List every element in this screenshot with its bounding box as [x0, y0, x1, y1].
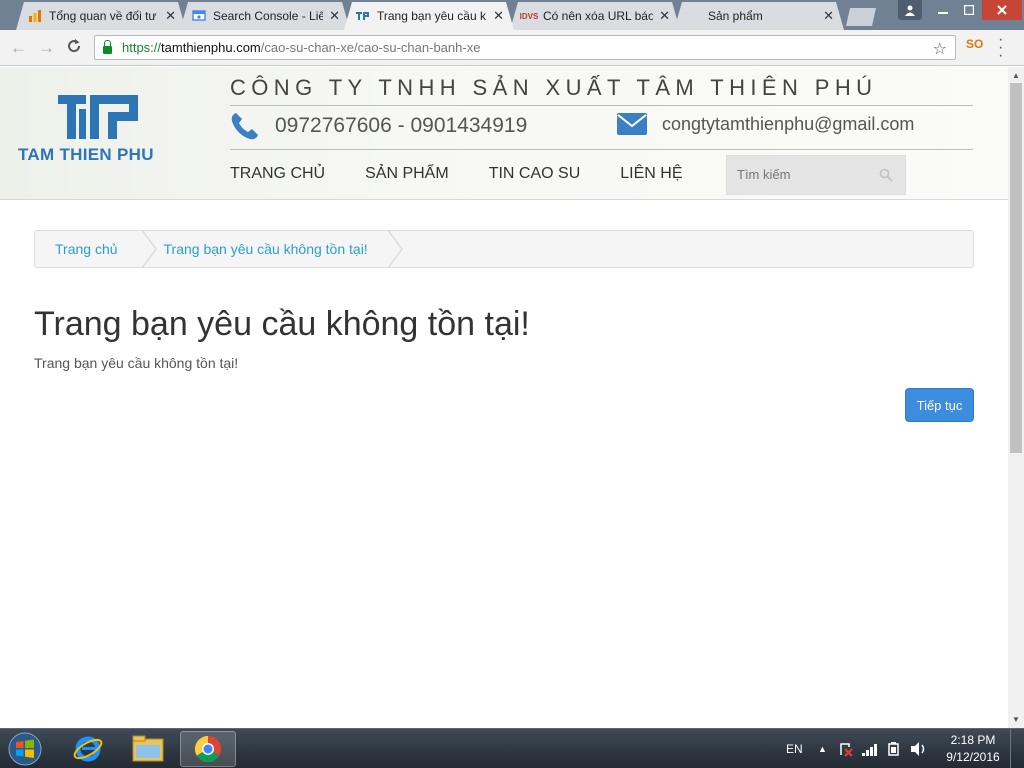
- breadcrumb-separator-icon: [141, 231, 158, 267]
- system-clock[interactable]: 2:18 PM 9/12/2016: [942, 732, 1004, 766]
- chrome-icon: [194, 735, 222, 763]
- close-tab-icon[interactable]: ✕: [493, 8, 504, 24]
- taskbar-internet-explorer[interactable]: [60, 731, 116, 767]
- windows-logo-icon: [8, 732, 42, 766]
- tab-strip: Tổng quan về đối tư ✕ Search Console - L…: [0, 0, 1024, 30]
- tab-title: Trang bạn yêu cầu k: [377, 9, 486, 23]
- search-icon[interactable]: [879, 168, 893, 182]
- taskbar-chrome[interactable]: [180, 731, 236, 767]
- language-indicator[interactable]: EN: [786, 729, 803, 768]
- power-icon[interactable]: [886, 729, 902, 768]
- search-input[interactable]: [737, 167, 877, 182]
- page-message: Trang bạn yêu cầu không tồn tại!: [34, 355, 239, 371]
- taskbar: EN ▲ 2:18 PM 9/12/2016: [0, 728, 1024, 768]
- analytics-icon: [28, 9, 42, 23]
- tab-analytics[interactable]: Tổng quan về đối tư ✕: [16, 2, 186, 30]
- clock-time: 2:18 PM: [950, 733, 996, 747]
- volume-icon[interactable]: [910, 729, 928, 768]
- show-hidden-icons-icon[interactable]: ▲: [818, 729, 827, 768]
- page-scrollbar[interactable]: ▲ ▼: [1008, 67, 1024, 728]
- scroll-down-icon[interactable]: ▼: [1008, 715, 1024, 724]
- logo-text: TAM THIEN PHU: [18, 145, 154, 164]
- site-logo-icon: [356, 9, 370, 23]
- site-header: TAM THIEN PHU CÔNG TY TNHH SẢN XUẤT TÂM …: [0, 67, 1008, 200]
- reload-icon[interactable]: [66, 38, 82, 59]
- extension-icon[interactable]: SO: [966, 37, 983, 51]
- browser-toolbar: ← → https:// tamthienphu.com /cao-su-cha…: [0, 30, 1024, 66]
- mail-icon: [617, 113, 647, 135]
- close-tab-icon[interactable]: ✕: [659, 8, 670, 24]
- folder-icon: [132, 735, 164, 762]
- nav-item-contact[interactable]: LIÊN HỆ: [620, 165, 682, 183]
- nav-item-home[interactable]: TRANG CHỦ: [230, 165, 325, 183]
- action-center-icon[interactable]: [838, 729, 854, 768]
- browser-menu-icon[interactable]: · · ·: [998, 32, 1003, 64]
- tab-title: Search Console - Liê: [213, 9, 324, 23]
- bookmark-star-icon[interactable]: ☆: [933, 39, 947, 59]
- new-tab-button[interactable]: [846, 8, 876, 26]
- clock-date: 9/12/2016: [946, 750, 1000, 764]
- tab-search-console[interactable]: Search Console - Liê ✕: [180, 2, 350, 30]
- page-title: Trang bạn yêu cầu không tồn tại!: [34, 305, 530, 343]
- taskbar-file-explorer[interactable]: [120, 731, 176, 767]
- back-icon[interactable]: ←: [10, 38, 27, 58]
- close-tab-icon[interactable]: ✕: [165, 8, 176, 24]
- contact-email: congtytamthienphu@gmail.com: [617, 113, 914, 135]
- breadcrumb: Trang chủ Trang bạn yêu cầu không tồn tạ…: [34, 230, 974, 268]
- tab-idvs[interactable]: IDVS Có nên xóa URL báo ✕: [510, 2, 680, 30]
- email-address: congtytamthienphu@gmail.com: [662, 113, 915, 134]
- close-window-icon[interactable]: [982, 0, 1022, 20]
- main-nav: TRANG CHỦ SẢN PHẨM TIN CAO SU LIÊN HỆ: [230, 165, 723, 183]
- internet-explorer-icon: [73, 736, 103, 762]
- divider: [230, 149, 973, 150]
- forward-icon[interactable]: →: [38, 38, 55, 58]
- tab-title: Sản phẩm: [708, 9, 763, 23]
- nav-item-rubber-news[interactable]: TIN CAO SU: [489, 165, 581, 183]
- breadcrumb-separator-icon: [387, 231, 404, 267]
- lock-icon: [103, 39, 112, 54]
- logo-mark-icon: [58, 95, 138, 139]
- show-desktop-button[interactable]: [1010, 729, 1024, 768]
- minimize-icon[interactable]: [930, 0, 956, 20]
- close-tab-icon[interactable]: ✕: [823, 8, 834, 24]
- address-bar[interactable]: https:// tamthienphu.com /cao-su-chan-xe…: [94, 35, 956, 60]
- divider: [230, 105, 973, 106]
- page-viewport: TAM THIEN PHU CÔNG TY TNHH SẢN XUẤT TÂM …: [0, 67, 1008, 728]
- tab-products[interactable]: Sản phẩm ✕: [674, 2, 844, 30]
- url-host: tamthienphu.com: [161, 40, 261, 55]
- nav-item-products[interactable]: SẢN PHẨM: [365, 165, 449, 183]
- phone-number: 0972767606 - 0901434919: [275, 114, 528, 137]
- user-profile-icon[interactable]: [898, 0, 922, 20]
- site-search: [726, 155, 906, 195]
- maximize-icon[interactable]: [956, 0, 982, 20]
- scroll-up-icon[interactable]: ▲: [1008, 71, 1024, 80]
- idvs-icon: IDVS: [519, 11, 539, 21]
- breadcrumb-current[interactable]: Trang bạn yêu cầu không tồn tại!: [158, 231, 388, 267]
- tab-title: Tổng quan về đối tư: [49, 9, 157, 23]
- network-icon[interactable]: [862, 729, 880, 768]
- contact-phone: 0972767606 - 0901434919: [230, 111, 527, 141]
- tab-title: Có nên xóa URL báo: [543, 9, 654, 23]
- start-button[interactable]: [3, 731, 47, 767]
- continue-button[interactable]: Tiếp tục: [905, 388, 974, 422]
- url-path: /cao-su-chan-xe/cao-su-chan-banh-xe: [260, 40, 481, 55]
- search-console-icon: [192, 9, 206, 23]
- breadcrumb-home[interactable]: Trang chủ: [35, 231, 142, 267]
- phone-icon: [231, 113, 258, 140]
- url-scheme: https://: [122, 40, 162, 55]
- close-tab-icon[interactable]: ✕: [329, 8, 340, 24]
- scrollbar-thumb[interactable]: [1010, 83, 1022, 453]
- company-name: CÔNG TY TNHH SẢN XUẤT TÂM THIÊN PHÚ: [230, 75, 878, 100]
- tab-current-page[interactable]: Trang bạn yêu cầu k ✕: [344, 2, 514, 30]
